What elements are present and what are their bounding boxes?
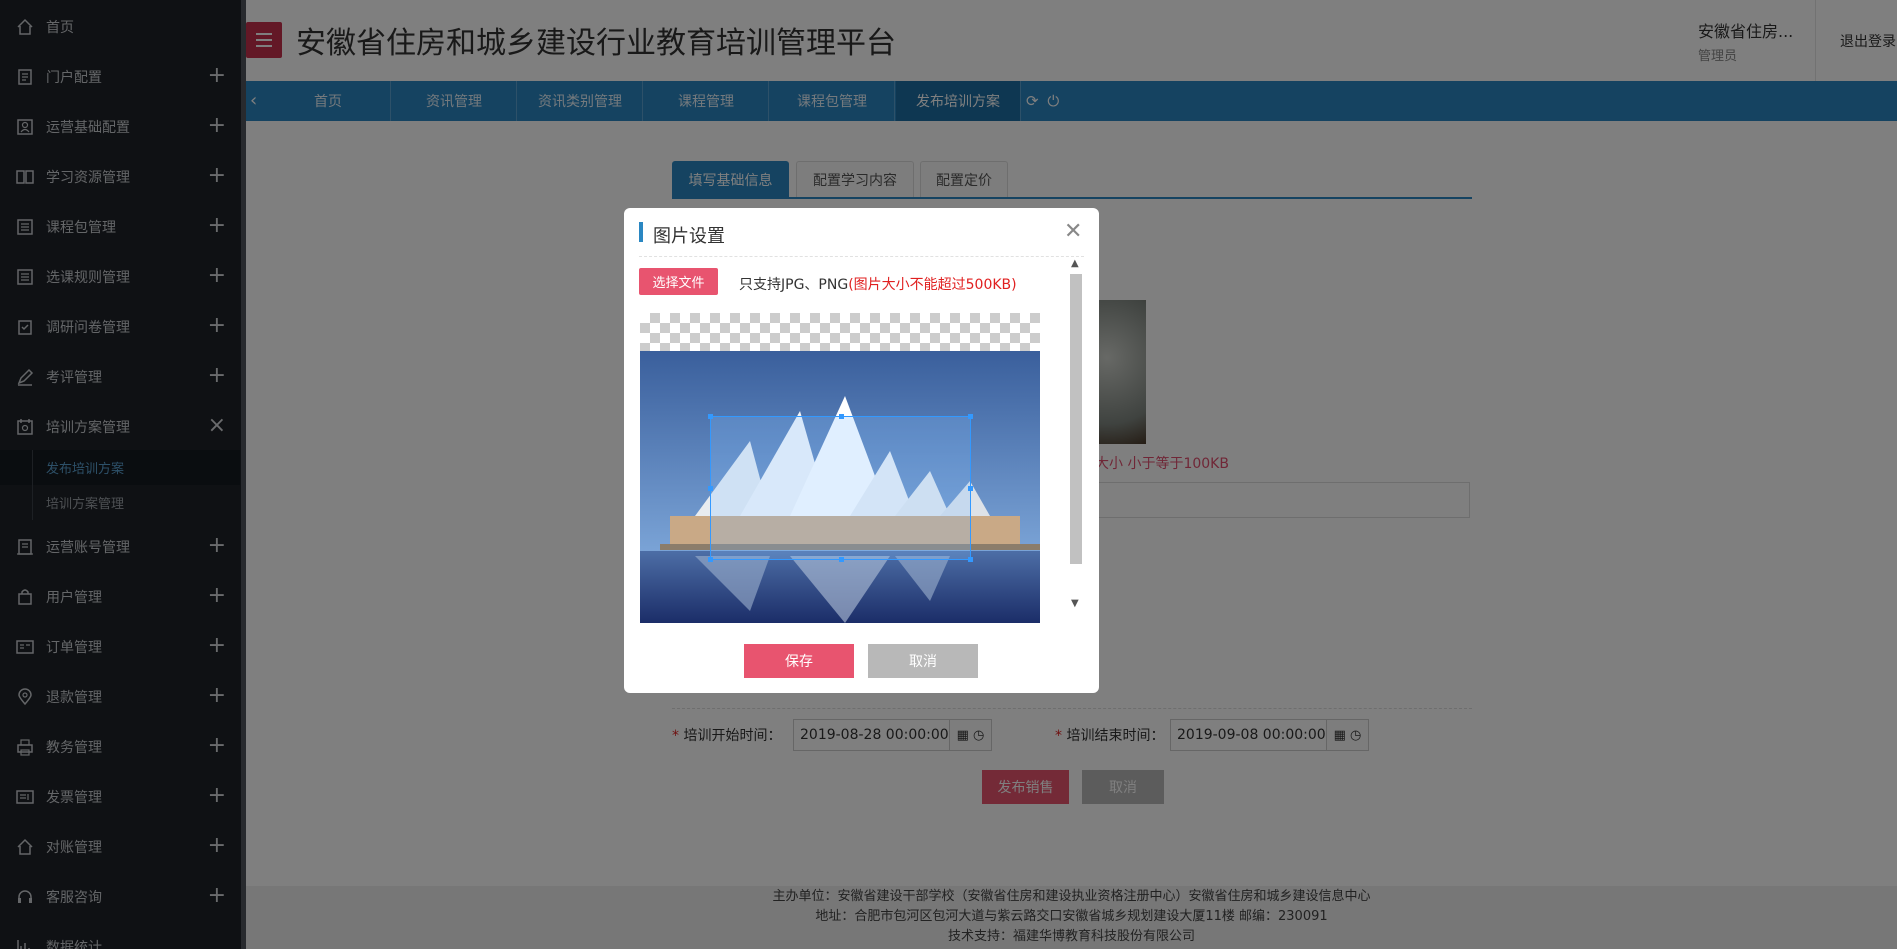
file-size-warning: (图片大小不能超过500KB): [848, 277, 1017, 293]
dialog-title: 图片设置: [653, 226, 725, 247]
choose-file-button[interactable]: 选择文件: [639, 268, 718, 295]
title-accent-bar: [639, 222, 643, 242]
scrollbar-thumb[interactable]: [1070, 274, 1082, 564]
scroll-down-icon[interactable]: ▼: [1071, 598, 1079, 609]
save-button[interactable]: 保存: [744, 644, 854, 678]
scroll-up-icon[interactable]: ▲: [1071, 258, 1079, 269]
image-settings-dialog: 图片设置 ✕ 选择文件 只支持JPG、PNG(图片大小不能超过500KB) ▲ …: [624, 208, 1099, 693]
dialog-divider: [639, 256, 1084, 257]
file-format-hint: 只支持JPG、PNG(图片大小不能超过500KB): [739, 277, 1017, 293]
close-icon[interactable]: ✕: [1064, 220, 1082, 244]
dialog-scrollbar[interactable]: ▲ ▼: [1067, 256, 1084, 618]
image-cropper[interactable]: [640, 313, 1040, 623]
crop-selection-box[interactable]: [708, 414, 973, 562]
dialog-cancel-button[interactable]: 取消: [868, 644, 978, 678]
